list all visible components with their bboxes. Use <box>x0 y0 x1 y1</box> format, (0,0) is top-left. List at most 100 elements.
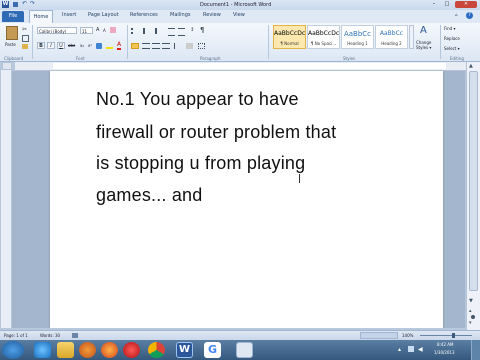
justify-icon[interactable] <box>162 43 170 49</box>
proofing-icon[interactable] <box>72 333 78 338</box>
align-left-icon[interactable] <box>131 43 139 49</box>
style-normal[interactable]: AaBbCcDc ¶ Normal <box>273 25 306 49</box>
bullets-icon[interactable] <box>131 28 141 34</box>
next-page-icon[interactable]: ▾ <box>469 320 472 326</box>
zoom-level[interactable]: 140% <box>402 333 413 339</box>
horizontal-ruler[interactable] <box>15 62 467 71</box>
style-name: Heading 1 <box>347 41 368 46</box>
word-icon[interactable]: W <box>2 1 9 8</box>
start-button-icon[interactable] <box>2 341 24 359</box>
align-right-icon[interactable] <box>152 43 160 49</box>
google-icon[interactable]: G <box>204 342 221 358</box>
tab-page-layout[interactable]: Page Layout <box>88 12 119 18</box>
tab-file[interactable]: File <box>2 11 24 22</box>
align-center-icon[interactable] <box>142 43 150 49</box>
maximize-button[interactable]: □ <box>441 1 453 8</box>
subscript-icon[interactable]: x₂ <box>80 43 84 49</box>
undo-icon[interactable]: ↶ <box>22 0 27 7</box>
word-taskbar-icon[interactable]: W <box>176 342 193 358</box>
group-separator <box>32 25 33 59</box>
media-player-icon[interactable] <box>79 342 96 358</box>
highlight-icon[interactable] <box>106 43 113 49</box>
increase-indent-icon[interactable] <box>178 28 185 36</box>
replace-button[interactable]: Replace <box>444 36 460 42</box>
style-heading-1[interactable]: AaBbCc Heading 1 <box>341 25 374 49</box>
borders-icon[interactable] <box>198 43 205 49</box>
redo-icon[interactable]: ↷ <box>30 0 35 7</box>
ruler-toggle[interactable] <box>2 62 12 70</box>
save-icon[interactable] <box>13 2 18 7</box>
prev-page-icon[interactable]: ▴ <box>469 308 472 314</box>
italic-button[interactable]: I <box>47 42 55 49</box>
font-group-label: Font <box>76 56 85 61</box>
bold-button[interactable]: B <box>37 42 45 49</box>
grow-font-icon[interactable]: A <box>96 27 99 33</box>
page-count[interactable]: Page: 1 of 1 <box>4 333 28 339</box>
vertical-scrollbar[interactable]: ▲ ▼ ▴ ▾ <box>466 62 480 330</box>
tab-review[interactable]: Review <box>203 12 221 18</box>
styles-scroll[interactable] <box>409 25 414 49</box>
clock-date[interactable]: 1/30/2013 <box>434 350 455 356</box>
group-separator <box>440 25 441 59</box>
scroll-thumb[interactable] <box>469 71 478 291</box>
opera-icon[interactable] <box>123 342 140 358</box>
word-count[interactable]: Words: 30 <box>40 333 60 339</box>
style-no-spacing[interactable]: AaBbCcDc ¶ No Spaci... <box>307 25 340 49</box>
font-size-box[interactable]: 11 <box>80 27 93 34</box>
document-line[interactable]: firewall or router problem that <box>96 122 336 143</box>
copy-icon[interactable] <box>22 35 29 42</box>
font-color-icon[interactable]: A <box>117 42 122 50</box>
volume-icon[interactable]: ◀ <box>418 346 423 353</box>
multilevel-list-icon[interactable] <box>155 28 165 34</box>
show-marks-icon[interactable]: ¶ <box>200 26 204 34</box>
window-thumbnail-icon[interactable] <box>236 342 253 358</box>
document-line[interactable]: is stopping u from playing <box>96 153 305 174</box>
firefox-icon[interactable] <box>101 342 118 358</box>
format-painter-icon[interactable] <box>22 44 28 49</box>
find-button[interactable]: Find ▾ <box>444 26 455 32</box>
decrease-indent-icon[interactable] <box>168 28 175 36</box>
tray-arrow-icon[interactable]: ▴ <box>398 346 401 353</box>
network-icon[interactable] <box>408 346 414 352</box>
tab-mailings[interactable]: Mailings <box>170 12 191 18</box>
explorer-folder-icon[interactable] <box>57 342 74 358</box>
text-effects-icon[interactable] <box>96 43 102 49</box>
numbering-icon[interactable] <box>143 28 153 34</box>
clear-format-icon[interactable] <box>110 27 116 33</box>
strikethrough-icon[interactable]: abc <box>68 43 75 49</box>
tab-references[interactable]: References <box>130 12 158 18</box>
minimize-ribbon-icon[interactable]: ▵ <box>455 12 458 18</box>
change-styles-button[interactable]: A Change Styles ▾ <box>416 25 436 55</box>
document-line[interactable]: games... and <box>96 185 202 206</box>
zoom-slider[interactable] <box>420 335 472 336</box>
tab-view[interactable]: View <box>233 12 245 18</box>
view-buttons[interactable] <box>360 332 398 339</box>
font-name-box[interactable]: Calibri (Body) <box>37 27 77 34</box>
document-page[interactable]: No.1 You appear to have firewall or rout… <box>50 71 443 328</box>
vertical-ruler[interactable] <box>1 70 12 328</box>
show-desktop-button[interactable] <box>471 340 480 360</box>
help-icon[interactable]: ? <box>466 12 473 19</box>
close-button[interactable]: ✕ <box>455 1 477 8</box>
scroll-up-icon[interactable]: ▲ <box>469 63 473 69</box>
line-spacing-icon[interactable] <box>174 43 182 49</box>
select-button[interactable]: Select ▾ <box>444 46 460 52</box>
document-line[interactable]: No.1 You appear to have <box>96 89 299 110</box>
style-heading-2[interactable]: AaBbCc Heading 2 <box>375 25 408 49</box>
internet-explorer-icon[interactable] <box>34 342 51 358</box>
underline-button[interactable]: U <box>57 42 65 49</box>
chrome-icon[interactable] <box>148 342 165 358</box>
cut-icon[interactable]: ✂ <box>22 26 27 33</box>
tab-home[interactable]: Home <box>29 10 53 23</box>
scroll-down-icon[interactable]: ▼ <box>469 298 473 304</box>
minimize-button[interactable]: – <box>428 1 440 8</box>
shading-icon[interactable] <box>186 43 193 49</box>
clock-time[interactable]: 8:42 AM <box>437 342 453 348</box>
sort-icon[interactable]: ↕ <box>190 27 194 33</box>
tab-insert[interactable]: Insert <box>62 12 76 18</box>
paste-button[interactable]: Paste <box>4 25 20 53</box>
shrink-font-icon[interactable]: A <box>103 28 106 34</box>
superscript-icon[interactable]: x² <box>88 43 92 49</box>
zoom-slider-thumb[interactable] <box>452 333 455 338</box>
browse-object-icon[interactable] <box>471 315 475 319</box>
